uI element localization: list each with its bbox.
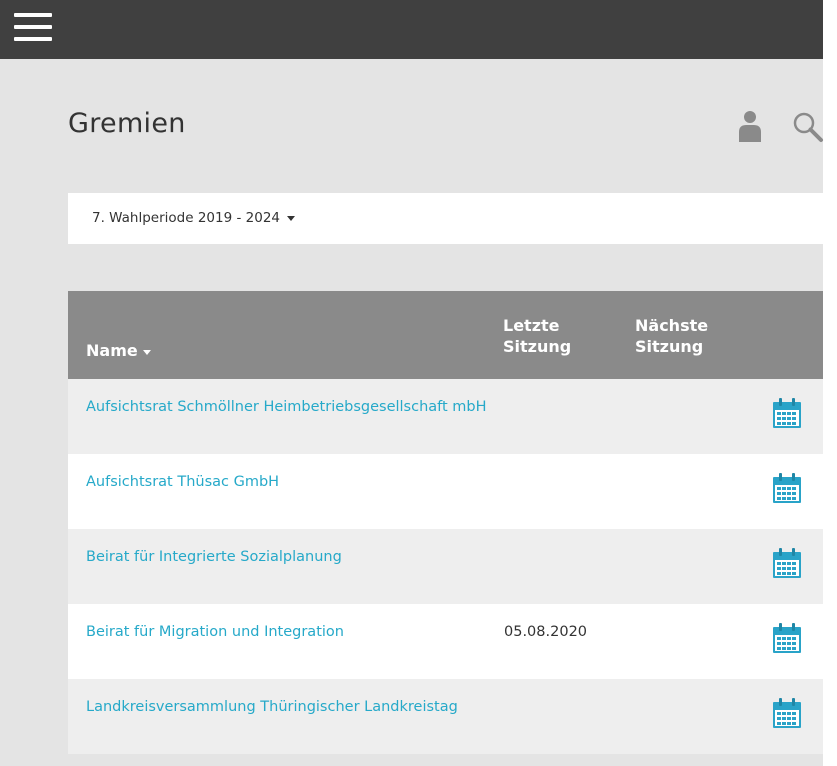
committees-table: Name Letzte Sitzung Nächste Sitzung Aufs…: [68, 291, 823, 766]
table-row: Aufsichtsrat Schmöllner Heimbetriebsgese…: [68, 379, 823, 454]
period-filter-panel: 7. Wahlperiode 2019 - 2024: [68, 193, 823, 244]
menu-bar-line: [14, 13, 52, 17]
page-background: Gremien 7. Wahlperiode 2019 - 2024 Name …: [0, 0, 823, 766]
column-header-name[interactable]: Name: [86, 341, 151, 360]
calendar-icon[interactable]: [772, 398, 802, 429]
table-row: Aufsichtsrat Thüsac GmbH: [68, 454, 823, 529]
top-navigation-bar: [0, 0, 823, 59]
menu-bar-line: [14, 25, 52, 29]
committee-name-link[interactable]: Beirat für Integrierte Sozialplanung: [86, 547, 496, 568]
last-meeting-date: 05.08.2020: [504, 624, 588, 640]
calendar-icon[interactable]: [772, 548, 802, 579]
table-row: Landkreisversammlung Thüringischer Landk…: [68, 679, 823, 754]
menu-bar-line: [14, 37, 52, 41]
table-row: Beirat für Migration und Integration 05.0…: [68, 604, 823, 679]
hamburger-menu-icon[interactable]: [14, 12, 52, 42]
user-icon[interactable]: [738, 110, 762, 142]
search-icon[interactable]: [792, 111, 824, 143]
column-header-name-label: Name: [86, 341, 138, 360]
table-header: Name Letzte Sitzung Nächste Sitzung: [68, 291, 823, 379]
column-header-last-meeting[interactable]: Letzte Sitzung: [503, 315, 603, 357]
page-title: Gremien: [68, 108, 186, 139]
calendar-icon[interactable]: [772, 623, 802, 654]
column-header-next-meeting[interactable]: Nächste Sitzung: [635, 315, 745, 357]
calendar-icon[interactable]: [772, 473, 802, 504]
calendar-icon[interactable]: [772, 698, 802, 729]
chevron-down-icon: [287, 215, 296, 221]
committee-name-link[interactable]: Landkreisversammlung Thüringischer Landk…: [86, 697, 496, 718]
period-dropdown[interactable]: 7. Wahlperiode 2019 - 2024: [92, 210, 296, 226]
committee-name-link[interactable]: Beirat für Migration und Integration: [86, 622, 496, 643]
period-dropdown-value: 7. Wahlperiode 2019 - 2024: [92, 210, 281, 226]
table-row: Beirat für Integrierte Sozialplanung: [68, 529, 823, 604]
sort-caret-icon: [142, 349, 151, 355]
committee-name-link[interactable]: Aufsichtsrat Thüsac GmbH: [86, 472, 496, 493]
committee-name-link[interactable]: Aufsichtsrat Schmöllner Heimbetriebsgese…: [86, 397, 496, 418]
